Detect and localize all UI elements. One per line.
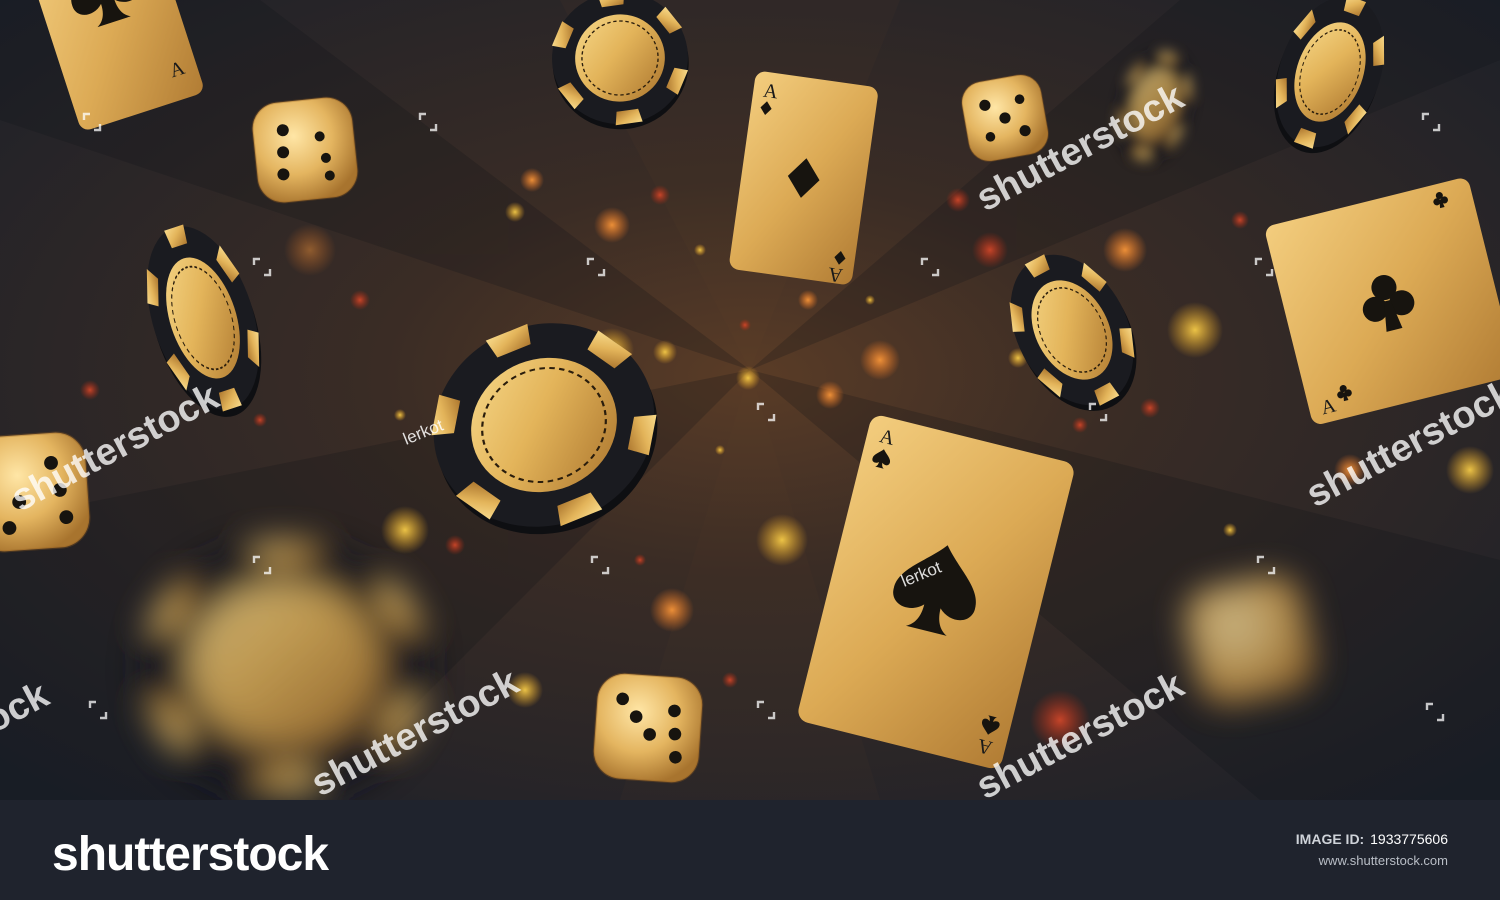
watermark-footer: shutterstock IMAGE ID: 1933775606 www.sh… <box>0 800 1500 900</box>
stock-photo-page: A A A A A A shutterstock shutterstock sh… <box>0 0 1500 900</box>
gold-dice-bottom <box>590 670 706 786</box>
gold-dice-top-left <box>249 94 361 206</box>
image-id-row: IMAGE ID: 1933775606 <box>1296 830 1448 848</box>
image-info: IMAGE ID: 1933775606 www.shutterstock.co… <box>1296 830 1448 870</box>
image-id-label: IMAGE ID: <box>1295 831 1365 847</box>
blurred-dice-right <box>1177 567 1323 713</box>
image-id-value: 1933775606 <box>1370 831 1448 847</box>
logo-text: shutterstock <box>52 828 329 881</box>
shutterstock-logo: shutterstock <box>52 828 330 881</box>
site-url: www.shutterstock.com <box>1318 853 1448 868</box>
casino-scene-image: A A A A A A shutterstock shutterstock sh… <box>0 0 1500 800</box>
